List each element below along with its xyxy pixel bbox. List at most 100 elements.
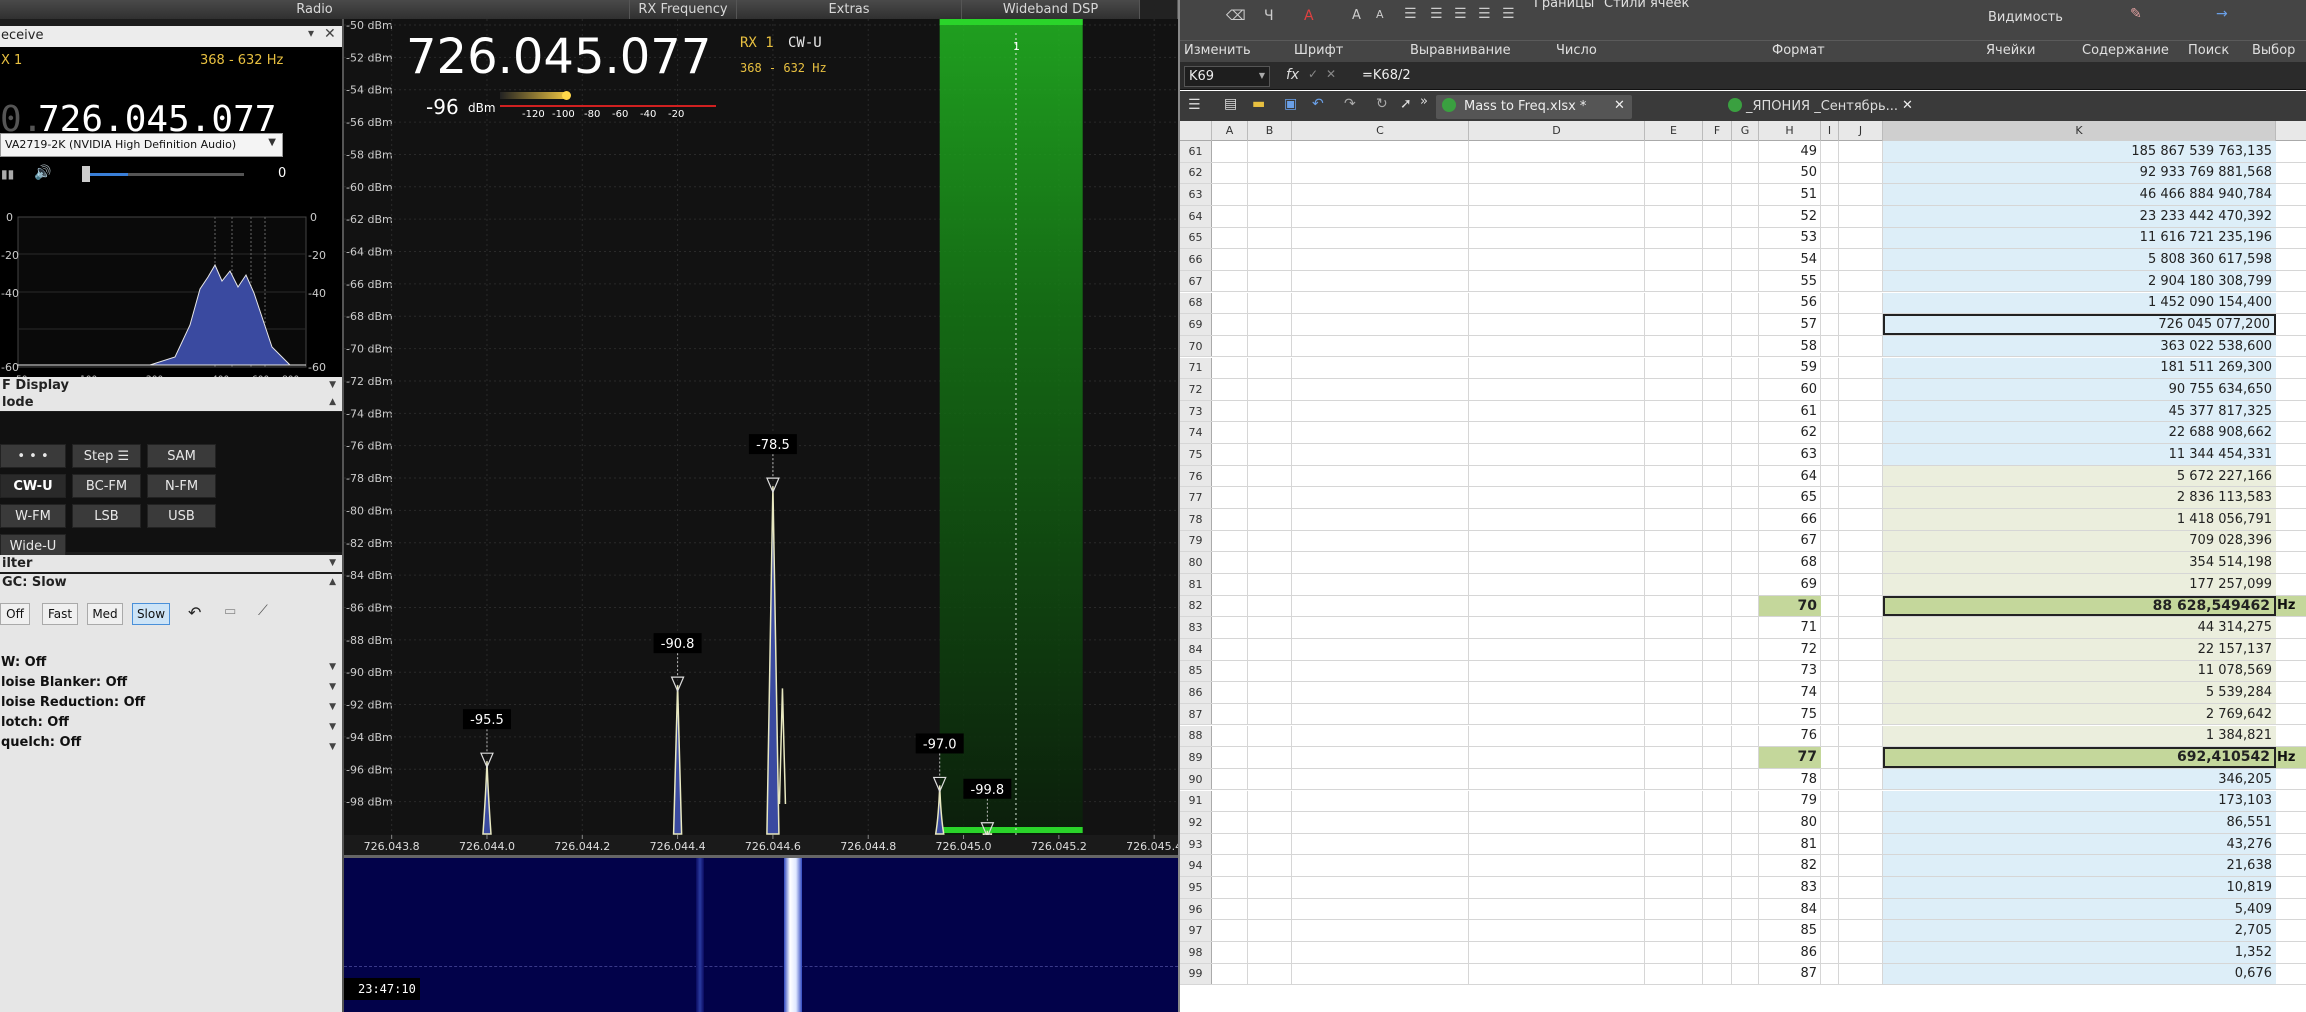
row-header[interactable]: 94	[1180, 855, 1212, 877]
new-doc-icon[interactable]: ▤	[1224, 96, 1237, 112]
column-header-e[interactable]: E	[1645, 121, 1703, 141]
cell-h[interactable]: 60	[1759, 379, 1821, 400]
cell-k[interactable]: 181 511 269,300	[1883, 357, 2276, 379]
row-header[interactable]: 70	[1180, 335, 1212, 357]
cell-h[interactable]: 62	[1759, 422, 1821, 443]
volume-slider-thumb[interactable]	[82, 166, 90, 182]
column-header-i[interactable]: I	[1821, 121, 1839, 141]
row-header[interactable]: 90	[1180, 768, 1212, 790]
row-header[interactable]: 69	[1180, 314, 1212, 335]
panel-menu-icon[interactable]: ▾	[308, 26, 314, 40]
cell-k[interactable]: 5 672 227,166	[1883, 465, 2276, 487]
mode-sam-button[interactable]: SAM	[147, 444, 216, 468]
cell-h[interactable]: 55	[1759, 271, 1821, 292]
select-all-corner[interactable]	[1180, 121, 1212, 141]
audio-device-select[interactable]: VA2719-2K (NVIDIA High Definition Audio)…	[0, 133, 283, 157]
row-header[interactable]: 66	[1180, 249, 1212, 270]
column-header-j[interactable]: J	[1839, 121, 1883, 141]
cell-h[interactable]: 74	[1759, 682, 1821, 703]
cell-unit[interactable]: Hz	[2277, 596, 2295, 617]
row-header[interactable]: 65	[1180, 227, 1212, 249]
cell-k[interactable]: 1 452 090 154,400	[1883, 292, 2276, 314]
cell-k[interactable]: 173,103	[1883, 790, 2276, 812]
cell-k[interactable]: 46 466 884 940,784	[1883, 184, 2276, 205]
row-header[interactable]: 62	[1180, 162, 1212, 184]
row-header[interactable]: 79	[1180, 530, 1212, 552]
cell-grid[interactable]: 61 49 185 867 539 763,135 62 50 92 933 769 88…	[1180, 141, 2306, 1012]
cell-k[interactable]: 11 616 721 235,196	[1883, 227, 2276, 249]
mode-more-button[interactable]: • • •	[0, 444, 66, 468]
row-header[interactable]: 91	[1180, 790, 1212, 812]
row-header[interactable]: 78	[1180, 509, 1212, 530]
cell-k[interactable]: 22 157,137	[1883, 638, 2276, 660]
cell-k[interactable]: 86,551	[1883, 812, 2276, 833]
status-row-noise-blanker[interactable]: loise Blanker: Off ▼	[0, 673, 342, 693]
row-header[interactable]: 92	[1180, 812, 1212, 833]
align-center-icon[interactable]: ☰	[1454, 6, 1467, 22]
cell-styles-label[interactable]: Стили ячеек	[1604, 0, 1689, 11]
row-header[interactable]: 89	[1180, 747, 1212, 768]
row-header[interactable]: 99	[1180, 963, 1212, 985]
mode-header[interactable]: lode ▲	[0, 394, 342, 411]
cell-h[interactable]: 71	[1759, 617, 1821, 638]
cell-k[interactable]: 5 539,284	[1883, 682, 2276, 703]
underline-icon[interactable]: Ч	[1264, 8, 1274, 24]
column-header-f[interactable]: F	[1703, 121, 1732, 141]
save-icon[interactable]: ▣	[1284, 96, 1297, 112]
row-header[interactable]: 87	[1180, 703, 1212, 725]
cell-k[interactable]: 1,352	[1883, 942, 2276, 963]
cancel-icon[interactable]: ✕	[1326, 67, 1336, 81]
cell-h[interactable]: 63	[1759, 444, 1821, 465]
cell-h[interactable]: 82	[1759, 855, 1821, 876]
tab-japan[interactable]: _ЯПОНИЯ _Сентябрь... ✕	[1726, 95, 1916, 119]
mode-usb-button[interactable]: USB	[147, 504, 216, 528]
row-header[interactable]: 93	[1180, 833, 1212, 855]
cell-k[interactable]: 726 045 077,200	[1883, 314, 2276, 335]
visibility-label[interactable]: Видимость	[1988, 10, 2063, 25]
cell-h[interactable]: 76	[1759, 726, 1821, 747]
cell-h[interactable]: 72	[1759, 639, 1821, 660]
cell-k[interactable]: 2 836 113,583	[1883, 487, 2276, 508]
cell-h[interactable]: 75	[1759, 704, 1821, 725]
row-header[interactable]: 68	[1180, 292, 1212, 314]
mode-lsb-button[interactable]: LSB	[72, 504, 141, 528]
cell-h[interactable]: 87	[1759, 964, 1821, 985]
close-icon[interactable]: ✕	[1614, 98, 1625, 113]
cell-h[interactable]: 68	[1759, 552, 1821, 573]
agc-slow-button[interactable]: Slow	[132, 603, 170, 625]
cell-h[interactable]: 52	[1759, 206, 1821, 227]
cell-k[interactable]: 5 808 360 617,598	[1883, 249, 2276, 270]
cell-k[interactable]: 11 078,569	[1883, 660, 2276, 682]
cell-h[interactable]: 73	[1759, 661, 1821, 682]
column-header-a[interactable]: A	[1212, 121, 1248, 141]
function-icon[interactable]: fx	[1286, 67, 1299, 83]
cell-h[interactable]: 86	[1759, 942, 1821, 963]
cell-h[interactable]: 66	[1759, 509, 1821, 530]
cell-k[interactable]: 90 755 634,650	[1883, 379, 2276, 400]
menu-tab-wideband-dsp[interactable]: Wideband DSP	[962, 0, 1140, 19]
borders-label[interactable]: Границы	[1534, 0, 1594, 11]
graph-icon[interactable]: ⟋	[258, 603, 268, 619]
cell-h[interactable]: 80	[1759, 812, 1821, 833]
menu-icon[interactable]: ☰	[1188, 97, 1201, 113]
cell-h[interactable]: 65	[1759, 487, 1821, 508]
row-header[interactable]: 95	[1180, 877, 1212, 898]
row-header[interactable]: 82	[1180, 595, 1212, 617]
cell-h[interactable]: 83	[1759, 877, 1821, 898]
cell-unit[interactable]: Hz	[2277, 747, 2295, 768]
menu-tab-extras[interactable]: Extras	[737, 0, 962, 19]
status-row-noise-reduction[interactable]: loise Reduction: Off ▼	[0, 693, 342, 713]
cell-k[interactable]: 88 628,549462	[1883, 595, 2276, 617]
font-color-icon[interactable]: A	[1304, 8, 1314, 24]
cell-k[interactable]: 22 688 908,662	[1883, 422, 2276, 444]
cell-k[interactable]: 2,705	[1883, 920, 2276, 941]
formula-input[interactable]: =K68/2	[1360, 66, 2300, 87]
column-header-h[interactable]: H	[1759, 121, 1821, 141]
cell-h[interactable]: 49	[1759, 141, 1821, 162]
cell-h[interactable]: 50	[1759, 163, 1821, 184]
cell-k[interactable]: 185 867 539 763,135	[1883, 141, 2276, 162]
status-row-cw[interactable]: W: Off ▼	[0, 653, 342, 673]
row-header[interactable]: 75	[1180, 444, 1212, 465]
cell-k[interactable]: 2 769,642	[1883, 703, 2276, 725]
justify-icon[interactable]: ☰	[1502, 6, 1515, 22]
